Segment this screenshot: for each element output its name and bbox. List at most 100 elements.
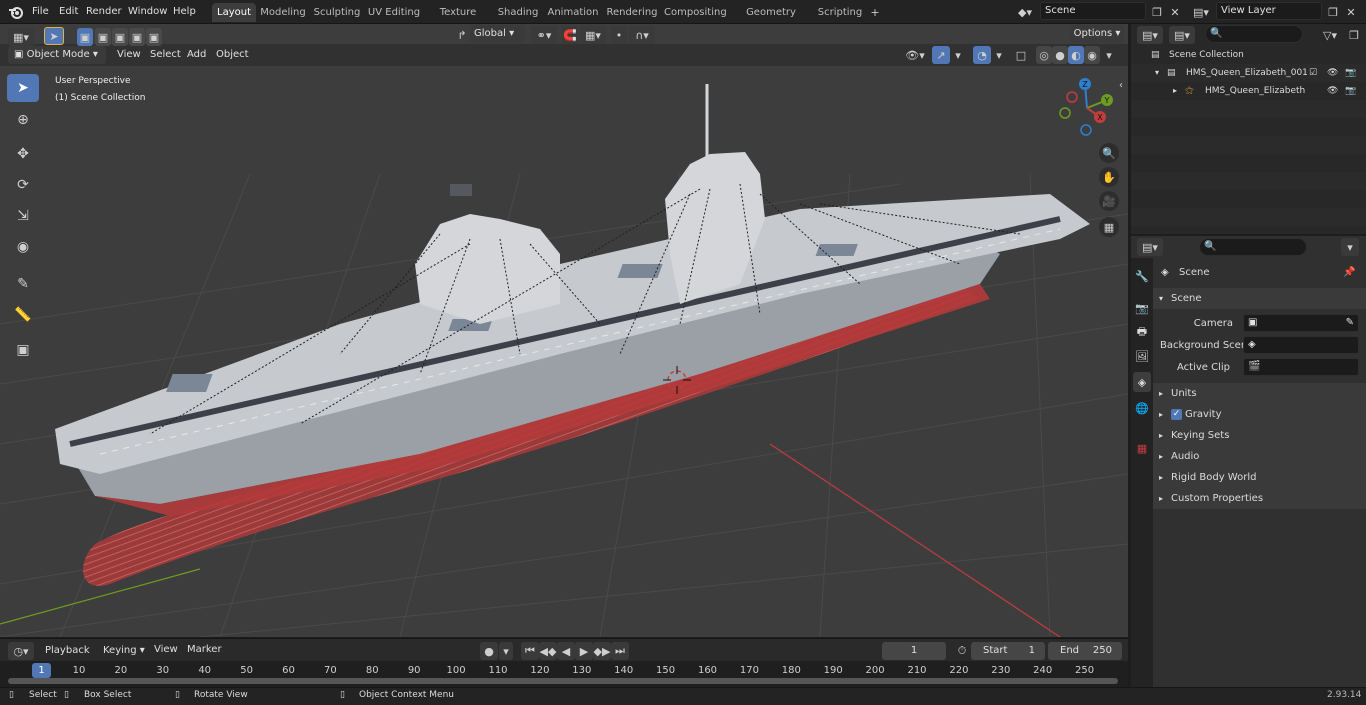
tab-shading[interactable]: Shading bbox=[494, 3, 542, 22]
tab-layout[interactable]: Layout bbox=[212, 3, 256, 22]
menu-select[interactable]: Select bbox=[150, 47, 181, 63]
background-scene-field[interactable]: ◈ bbox=[1243, 336, 1359, 354]
scene-selector-icon[interactable]: ◆▾ bbox=[1013, 3, 1037, 21]
new-scene-icon[interactable]: ❐ bbox=[1148, 3, 1166, 21]
playhead[interactable]: 1 bbox=[32, 663, 51, 678]
annotate-tool-icon[interactable]: ✎ bbox=[7, 270, 39, 298]
texture-tab-icon[interactable]: ▦ bbox=[1133, 438, 1151, 458]
menu-object[interactable]: Object bbox=[216, 47, 249, 63]
tool-tab-icon[interactable]: 🔧 bbox=[1133, 266, 1151, 286]
gizmo-dropdown-icon[interactable]: ▾ bbox=[951, 46, 965, 64]
tab-rendering[interactable]: Rendering bbox=[604, 3, 660, 22]
sidebar-toggle-icon[interactable]: ‹ bbox=[1119, 80, 1123, 91]
menu-edit[interactable]: Edit bbox=[59, 4, 78, 20]
camera-render-icon[interactable]: 📷 bbox=[1345, 82, 1356, 100]
play-reverse-icon[interactable]: ◀ bbox=[557, 642, 575, 660]
play-icon[interactable]: ▶ bbox=[575, 642, 593, 660]
tab-uv-editing[interactable]: UV Editing bbox=[366, 3, 422, 22]
delete-view-layer-icon[interactable]: ✕ bbox=[1342, 3, 1360, 21]
gravity-panel-header[interactable]: ▸ ✓ Gravity bbox=[1153, 404, 1366, 425]
gravity-checkbox-icon[interactable]: ✓ bbox=[1171, 409, 1182, 420]
eye-visibility-icon[interactable]: 👁 bbox=[1327, 82, 1338, 100]
units-panel-header[interactable]: ▸ Units bbox=[1153, 383, 1366, 404]
audio-panel-header[interactable]: ▸ Audio bbox=[1153, 446, 1366, 467]
shading-material-icon[interactable]: ◐ bbox=[1068, 46, 1084, 64]
timeline-scrollbar[interactable] bbox=[8, 678, 1118, 684]
delete-scene-icon[interactable]: ✕ bbox=[1166, 3, 1184, 21]
output-tab-icon[interactable]: 🖶 bbox=[1133, 322, 1151, 342]
measure-tool-icon[interactable]: 📏 bbox=[7, 301, 39, 329]
scene-panel-header[interactable]: ▾ Scene bbox=[1153, 288, 1366, 309]
auto-keying-icon[interactable]: ● bbox=[480, 642, 498, 660]
eyedropper-icon[interactable]: ✎ bbox=[1346, 315, 1354, 331]
jump-start-icon[interactable]: ⏮ bbox=[521, 642, 539, 660]
custom-properties-panel-header[interactable]: ▸ Custom Properties bbox=[1153, 488, 1366, 509]
tab-texture-paint[interactable]: Texture Paint bbox=[426, 3, 490, 37]
current-frame-field[interactable]: 1 bbox=[882, 642, 946, 660]
jump-prev-keyframe-icon[interactable]: ◀◆ bbox=[539, 642, 557, 660]
auto-keying-dropdown-icon[interactable]: ▾ bbox=[499, 642, 513, 660]
outliner-row-object[interactable]: ▸ ⚝ HMS_Queen_Elizabeth 👁 📷 bbox=[1131, 82, 1366, 100]
timeline-view-menu[interactable]: View bbox=[154, 642, 178, 658]
overlays-dropdown-icon[interactable]: ▾ bbox=[992, 46, 1006, 64]
pin-icon[interactable]: 📌 bbox=[1343, 262, 1355, 283]
select-box-tool-icon[interactable]: ➤ bbox=[7, 74, 39, 102]
marker-menu[interactable]: Marker bbox=[187, 642, 222, 658]
menu-help[interactable]: Help bbox=[173, 4, 196, 20]
select-mode-tweak-icon[interactable]: ➤ bbox=[44, 27, 64, 45]
new-view-layer-icon[interactable]: ❐ bbox=[1324, 3, 1342, 21]
tab-geometry-nodes[interactable]: Geometry Nodes bbox=[731, 3, 811, 37]
zoom-view-icon[interactable]: 🔍 bbox=[1099, 143, 1119, 163]
snap-toggle-icon[interactable]: 🧲 bbox=[562, 26, 578, 44]
active-clip-field[interactable]: 🎬 bbox=[1243, 358, 1359, 376]
outliner-row-scene-collection[interactable]: ▤ Scene Collection bbox=[1131, 46, 1366, 64]
falloff-icon[interactable]: ∩▾ bbox=[629, 26, 655, 44]
tab-scripting[interactable]: Scripting bbox=[816, 3, 864, 22]
proportional-edit-icon[interactable]: • bbox=[611, 26, 627, 44]
camera-render-icon[interactable]: 📷 bbox=[1345, 64, 1356, 82]
shading-rendered-icon[interactable]: ◉ bbox=[1084, 46, 1100, 64]
orientation-dropdown[interactable]: Global ▾ bbox=[470, 25, 525, 43]
add-workspace-icon[interactable]: + bbox=[867, 3, 883, 21]
expand-arrow-right-icon[interactable]: ▸ bbox=[1173, 82, 1177, 100]
tab-modeling[interactable]: Modeling bbox=[258, 3, 308, 22]
properties-search-input[interactable]: 🔍 bbox=[1199, 238, 1307, 256]
viewport-3d[interactable]: ▦▾ ➤ ▣ ▣ ▣ ▣ ▣ ↱ Global ▾ ⚭▾ 🧲 ▦▾ • ∩▾ O… bbox=[0, 24, 1128, 637]
filter-icon[interactable]: ▽▾ bbox=[1317, 26, 1343, 44]
cursor-tool-icon[interactable]: ⊕ bbox=[7, 106, 39, 134]
world-tab-icon[interactable]: 🌐 bbox=[1133, 398, 1151, 418]
gizmo-neg-z-icon[interactable] bbox=[1080, 124, 1092, 136]
scale-tool-icon[interactable]: ⇲ bbox=[7, 202, 39, 230]
rigid-body-panel-header[interactable]: ▸ Rigid Body World bbox=[1153, 467, 1366, 488]
gizmo-neg-x-icon[interactable] bbox=[1066, 91, 1078, 103]
snap-target-icon[interactable]: ▦▾ bbox=[580, 26, 606, 44]
mode-dropdown[interactable]: ▣ Object Mode ▾ bbox=[8, 46, 106, 64]
menu-view[interactable]: View bbox=[117, 47, 141, 63]
shading-solid-icon[interactable]: ● bbox=[1052, 46, 1068, 64]
menu-render[interactable]: Render bbox=[86, 4, 122, 20]
transform-tool-icon[interactable]: ◉ bbox=[7, 233, 39, 261]
gizmo-toggle-icon[interactable]: ↗ bbox=[932, 46, 950, 64]
view-layer-selector-icon[interactable]: ▤▾ bbox=[1188, 3, 1214, 21]
jump-end-icon[interactable]: ⏭ bbox=[611, 642, 629, 660]
pivot-point-icon[interactable]: ⚭▾ bbox=[531, 26, 557, 44]
tab-sculpting[interactable]: Sculpting bbox=[312, 3, 362, 22]
shading-dropdown-icon[interactable]: ▾ bbox=[1102, 46, 1116, 64]
tab-compositing[interactable]: Compositing bbox=[664, 3, 727, 22]
outliner-search-input[interactable]: 🔍 bbox=[1205, 25, 1303, 43]
overlays-toggle-icon[interactable]: ◔ bbox=[973, 46, 991, 64]
menu-add[interactable]: Add bbox=[187, 47, 206, 63]
view-layer-tab-icon[interactable]: 🖼 bbox=[1133, 346, 1151, 366]
rotate-tool-icon[interactable]: ⟳ bbox=[7, 171, 39, 199]
orientation-icon[interactable]: ↱ bbox=[455, 26, 469, 44]
camera-field[interactable]: ▣ ✎ bbox=[1243, 314, 1359, 332]
shading-wireframe-icon[interactable]: ◎ bbox=[1036, 46, 1052, 64]
camera-view-icon[interactable]: 🎥 bbox=[1099, 191, 1119, 211]
outliner-row-collection[interactable]: ▾ ▤ HMS_Queen_Elizabeth_001 ☑ 👁 📷 bbox=[1131, 64, 1366, 82]
tab-animation[interactable]: Animation bbox=[546, 3, 600, 22]
playback-menu[interactable]: Playback ▾ bbox=[40, 642, 96, 674]
expand-arrow-down-icon[interactable]: ▾ bbox=[1155, 64, 1159, 82]
gizmo-neg-y-icon[interactable] bbox=[1059, 107, 1071, 119]
add-cube-tool-icon[interactable]: ▣ bbox=[7, 336, 39, 364]
blender-logo-icon[interactable] bbox=[8, 4, 24, 20]
